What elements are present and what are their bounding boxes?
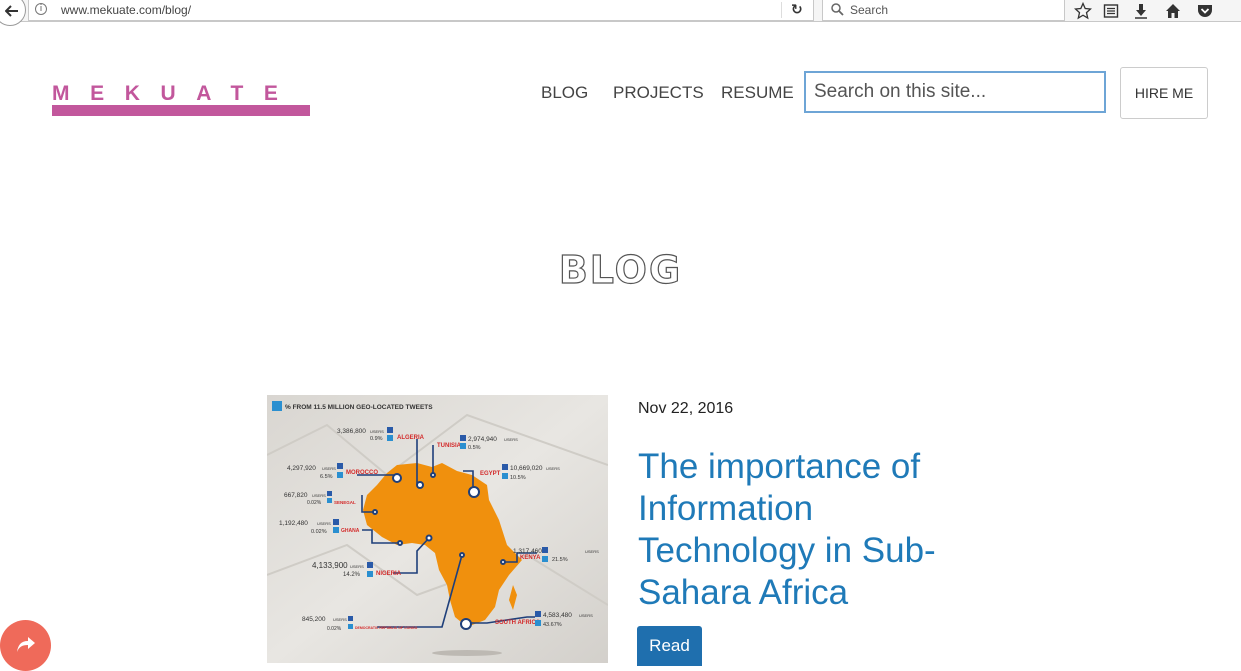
nigeria-users-word: USERS — [350, 564, 364, 569]
morocco-pct: 6.5% — [320, 474, 333, 480]
share-button[interactable] — [0, 620, 51, 671]
tunisia-users-word: USERS — [504, 437, 518, 442]
read-button[interactable]: Read — [637, 626, 702, 666]
nav-projects[interactable]: PROJECTS — [613, 83, 704, 103]
hire-me-button[interactable]: HIRE ME — [1120, 67, 1208, 119]
kenya-users: 1,317,460 — [513, 548, 542, 555]
nigeria-users: 4,133,900 — [312, 561, 348, 570]
url-text[interactable]: www.mekuate.com/blog/ — [61, 3, 191, 17]
browser-search-bar[interactable]: Search — [822, 0, 1065, 21]
algeria-users: 3,386,800 — [337, 428, 366, 435]
nav-blog[interactable]: BLOG — [541, 83, 588, 103]
morocco-label: MOROCCO — [346, 470, 378, 476]
south-africa-label: SOUTH AFRICA — [495, 620, 541, 626]
ghana-label: GHANA — [341, 528, 360, 534]
browser-search-placeholder: Search — [850, 3, 889, 17]
kenya-users-word: USERS — [585, 549, 599, 554]
logo-underline-bar — [52, 105, 310, 116]
senegal-users-word: USERS — [312, 493, 326, 498]
pocket-icon[interactable] — [1196, 2, 1214, 20]
post-date: Nov 22, 2016 — [638, 400, 734, 417]
senegal-label: SENEGAL — [334, 500, 356, 505]
site-logo[interactable]: MEKUATE — [52, 82, 310, 116]
algeria-pct: 0.9% — [370, 436, 383, 442]
egypt-users: 10,669,020 — [510, 465, 543, 472]
drc-pct: 0.02% — [327, 626, 342, 632]
kenya-pct: 21.5% — [552, 557, 568, 563]
info-icon[interactable]: i — [35, 3, 47, 15]
page-title: BLOG — [558, 247, 683, 292]
download-icon[interactable] — [1132, 2, 1150, 20]
tunisia-users: 2,974,940 — [468, 436, 497, 443]
algeria-users-word: USERS — [370, 429, 384, 434]
nigeria-label: NIGERIA — [376, 571, 402, 577]
url-bar[interactable]: i www.mekuate.com/blog/ ↻ — [28, 0, 814, 21]
post-title-link[interactable]: The importance of Information Technology… — [638, 446, 958, 614]
tunisia-label: TUNISIA — [437, 443, 462, 449]
south-africa-users: 4,583,480 — [543, 612, 572, 619]
logo-text: MEKUATE — [52, 82, 299, 105]
bookmark-star-icon[interactable] — [1074, 2, 1092, 20]
egypt-label: EGYPT — [480, 471, 501, 477]
senegal-pct: 0.02% — [307, 500, 322, 506]
browser-toolbar: i www.mekuate.com/blog/ ↻ Search — [0, 0, 1241, 26]
algeria-label: ALGERIA — [397, 435, 425, 441]
search-icon — [831, 3, 844, 16]
south-africa-users-word: USERS — [579, 613, 593, 618]
nigeria-pct: 14.2% — [343, 572, 361, 578]
drc-users: 845,200 — [302, 616, 326, 623]
nav-resume[interactable]: RESUME — [721, 83, 794, 103]
senegal-users: 667,820 — [284, 492, 308, 499]
egypt-pct: 10.5% — [510, 475, 526, 481]
africa-infographic: % FROM 11.5 MILLION GEO-LOCATED TWEETS 3… — [267, 395, 608, 663]
morocco-users: 4,297,920 — [287, 465, 316, 472]
drc-label: DEMOCRATIC REPUBLIC OF CONGO — [355, 626, 418, 630]
reading-list-icon[interactable] — [1102, 2, 1120, 20]
kenya-label: KENYA — [520, 555, 541, 561]
infographic-header: % FROM 11.5 MILLION GEO-LOCATED TWEETS — [285, 404, 433, 411]
ghana-pct: 0.02% — [311, 529, 327, 535]
drc-users-word: USERS — [333, 617, 347, 622]
tunisia-pct: 0.5% — [468, 445, 481, 451]
url-divider — [781, 2, 782, 18]
ghana-users-word: USERS — [317, 521, 331, 526]
back-button[interactable] — [0, 0, 26, 26]
share-arrow-icon — [17, 637, 35, 652]
morocco-users-word: USERS — [322, 466, 336, 471]
ghana-users: 1,192,480 — [279, 520, 308, 527]
home-icon[interactable] — [1164, 2, 1182, 20]
post-featured-image[interactable]: % FROM 11.5 MILLION GEO-LOCATED TWEETS 3… — [267, 395, 608, 663]
site-search-input[interactable] — [804, 71, 1106, 113]
egypt-users-word: USERS — [546, 466, 560, 471]
back-arrow-icon — [5, 5, 18, 17]
south-africa-pct: 43.67% — [543, 622, 562, 628]
reload-icon[interactable]: ↻ — [791, 2, 803, 18]
